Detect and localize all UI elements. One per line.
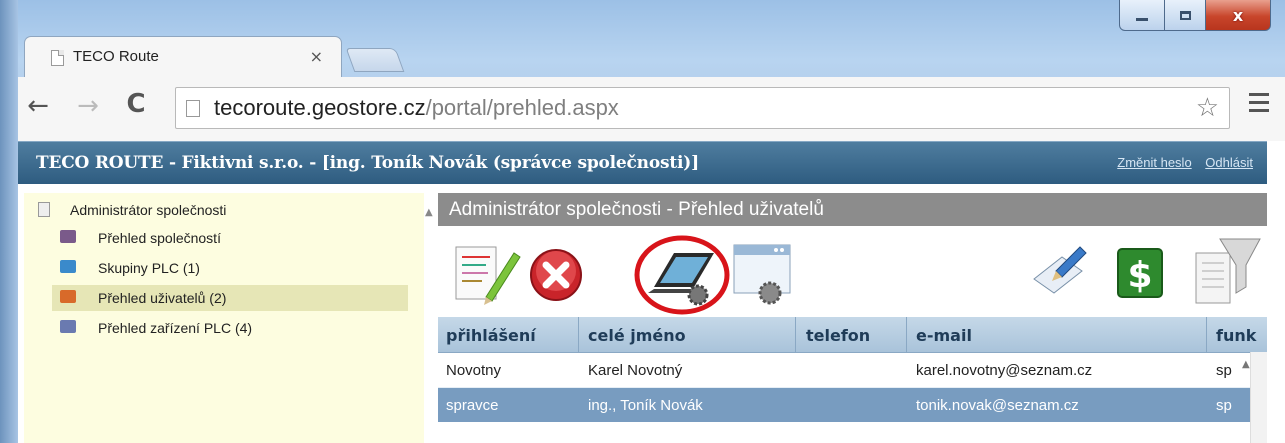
reload-button[interactable]: C [116, 89, 156, 119]
sidebar-item-plc-groups[interactable]: Skupiny PLC (1) [52, 255, 408, 281]
cell-function: sp [1216, 362, 1232, 379]
tab-close-button[interactable]: × [310, 47, 323, 66]
cell-login: spravce [446, 397, 499, 414]
sidebar-item-label: Skupiny PLC (1) [98, 260, 200, 276]
cell-name: Karel Novotný [588, 362, 683, 379]
maximize-button[interactable] [1165, 0, 1206, 31]
cell-login: Novotny [446, 362, 502, 379]
network-icon [60, 260, 76, 273]
tree-root-label: Administrátor společnosti [70, 202, 227, 218]
pen-icon[interactable] [1028, 241, 1092, 301]
sidebar: Administrátor společnosti Přehled společ… [24, 193, 424, 443]
column-header-phone[interactable]: telefon [806, 326, 870, 345]
browser-toolbar: ← → C tecoroute.geostore.cz/portal/prehl… [18, 77, 1285, 142]
books-icon [60, 230, 76, 243]
panel-title: Administrátor společnosti - Přehled uživ… [449, 199, 824, 220]
close-icon: x [1232, 5, 1244, 25]
table-row[interactable]: Novotny Karel Novotný karel.novotny@sezn… [438, 353, 1267, 388]
logout-link[interactable]: Odhlásit [1205, 155, 1253, 170]
app-header: TECO ROUTE - Fiktivni s.r.o. - [ing. Ton… [18, 141, 1267, 184]
scroll-up-arrow-icon[interactable]: ▲ [1242, 359, 1250, 370]
edit-icon[interactable] [452, 243, 522, 307]
dollar-icon[interactable]: $ [1112, 245, 1168, 301]
url-text[interactable]: tecoroute.geostore.cz/portal/prehled.asp… [214, 95, 619, 121]
url-host: tecoroute.geostore.cz [214, 95, 426, 120]
panel-title-bar: Administrátor společnosti - Přehled uživ… [438, 193, 1267, 226]
change-password-link[interactable]: Změnit heslo [1117, 155, 1191, 170]
users-icon [60, 290, 76, 303]
collapse-arrow-icon[interactable]: ▲ [425, 207, 433, 218]
sidebar-item-label: Přehled uživatelů (2) [98, 290, 227, 306]
document-icon [38, 202, 50, 217]
app-title: TECO ROUTE - Fiktivni s.r.o. - [ing. Ton… [36, 153, 699, 173]
window-controls: x [1119, 0, 1271, 34]
menu-icon[interactable] [1249, 93, 1269, 117]
header-links: Změnit heslo Odhlásit [1107, 155, 1253, 170]
web-app: TECO ROUTE - Fiktivni s.r.o. - [ing. Ton… [18, 141, 1285, 443]
cell-email: karel.novotny@seznam.cz [916, 362, 1093, 379]
forward-button[interactable]: → [68, 91, 108, 121]
tree-root[interactable]: Administrátor společnosti [38, 202, 227, 218]
close-window-button[interactable]: x [1206, 0, 1271, 31]
bookmark-star-icon[interactable]: ☆ [1196, 93, 1219, 123]
window-frame-left [0, 0, 18, 443]
column-header-login[interactable]: přihlášení [446, 326, 536, 345]
sidebar-item-label: Přehled zařízení PLC (4) [98, 320, 253, 336]
sidebar-item-companies[interactable]: Přehled společností [52, 225, 408, 251]
url-path: /portal/prehled.aspx [425, 95, 619, 120]
column-header-function[interactable]: funk [1216, 326, 1256, 345]
action-toolbar: $ [438, 227, 1267, 315]
cell-name: ing., Toník Novák [588, 397, 703, 414]
svg-text:$: $ [1127, 255, 1152, 296]
sidebar-item-label: Přehled společností [98, 230, 221, 246]
filter-icon[interactable] [1190, 235, 1264, 309]
cell-function: sp [1216, 397, 1232, 414]
table-header: přihlášení celé jméno telefon e-mail fun… [438, 317, 1267, 353]
column-header-email[interactable]: e-mail [916, 326, 972, 345]
maximize-icon [1179, 10, 1191, 20]
address-bar[interactable]: tecoroute.geostore.cz/portal/prehled.asp… [175, 87, 1230, 129]
page-icon [51, 50, 64, 66]
browser-window: x TECO Route × ← → C tecoroute.geostore.… [0, 0, 1285, 443]
new-tab-button[interactable] [345, 48, 405, 72]
cell-email: tonik.novak@seznam.cz [916, 397, 1079, 414]
column-header-name[interactable]: celé jméno [588, 326, 686, 345]
delete-icon[interactable] [528, 247, 584, 303]
window-settings-icon[interactable] [730, 239, 800, 307]
sidebar-item-plc-devices[interactable]: Přehled zařízení PLC (4) [52, 315, 408, 341]
main-panel: Administrátor společnosti - Přehled uživ… [438, 193, 1267, 443]
minimize-icon [1136, 17, 1148, 21]
browser-tab[interactable]: TECO Route × [24, 36, 342, 78]
minimize-button[interactable] [1119, 0, 1165, 31]
sidebar-item-users[interactable]: Přehled uživatelů (2) [52, 285, 408, 311]
table-scrollbar[interactable] [1250, 352, 1267, 443]
page-icon [186, 100, 200, 117]
table-row-selected[interactable]: spravce ing., Toník Novák tonik.novak@se… [438, 388, 1267, 422]
plc-icon [60, 320, 76, 333]
laptop-settings-icon[interactable] [634, 235, 730, 315]
back-button[interactable]: ← [18, 91, 58, 121]
tab-title: TECO Route [73, 48, 159, 65]
